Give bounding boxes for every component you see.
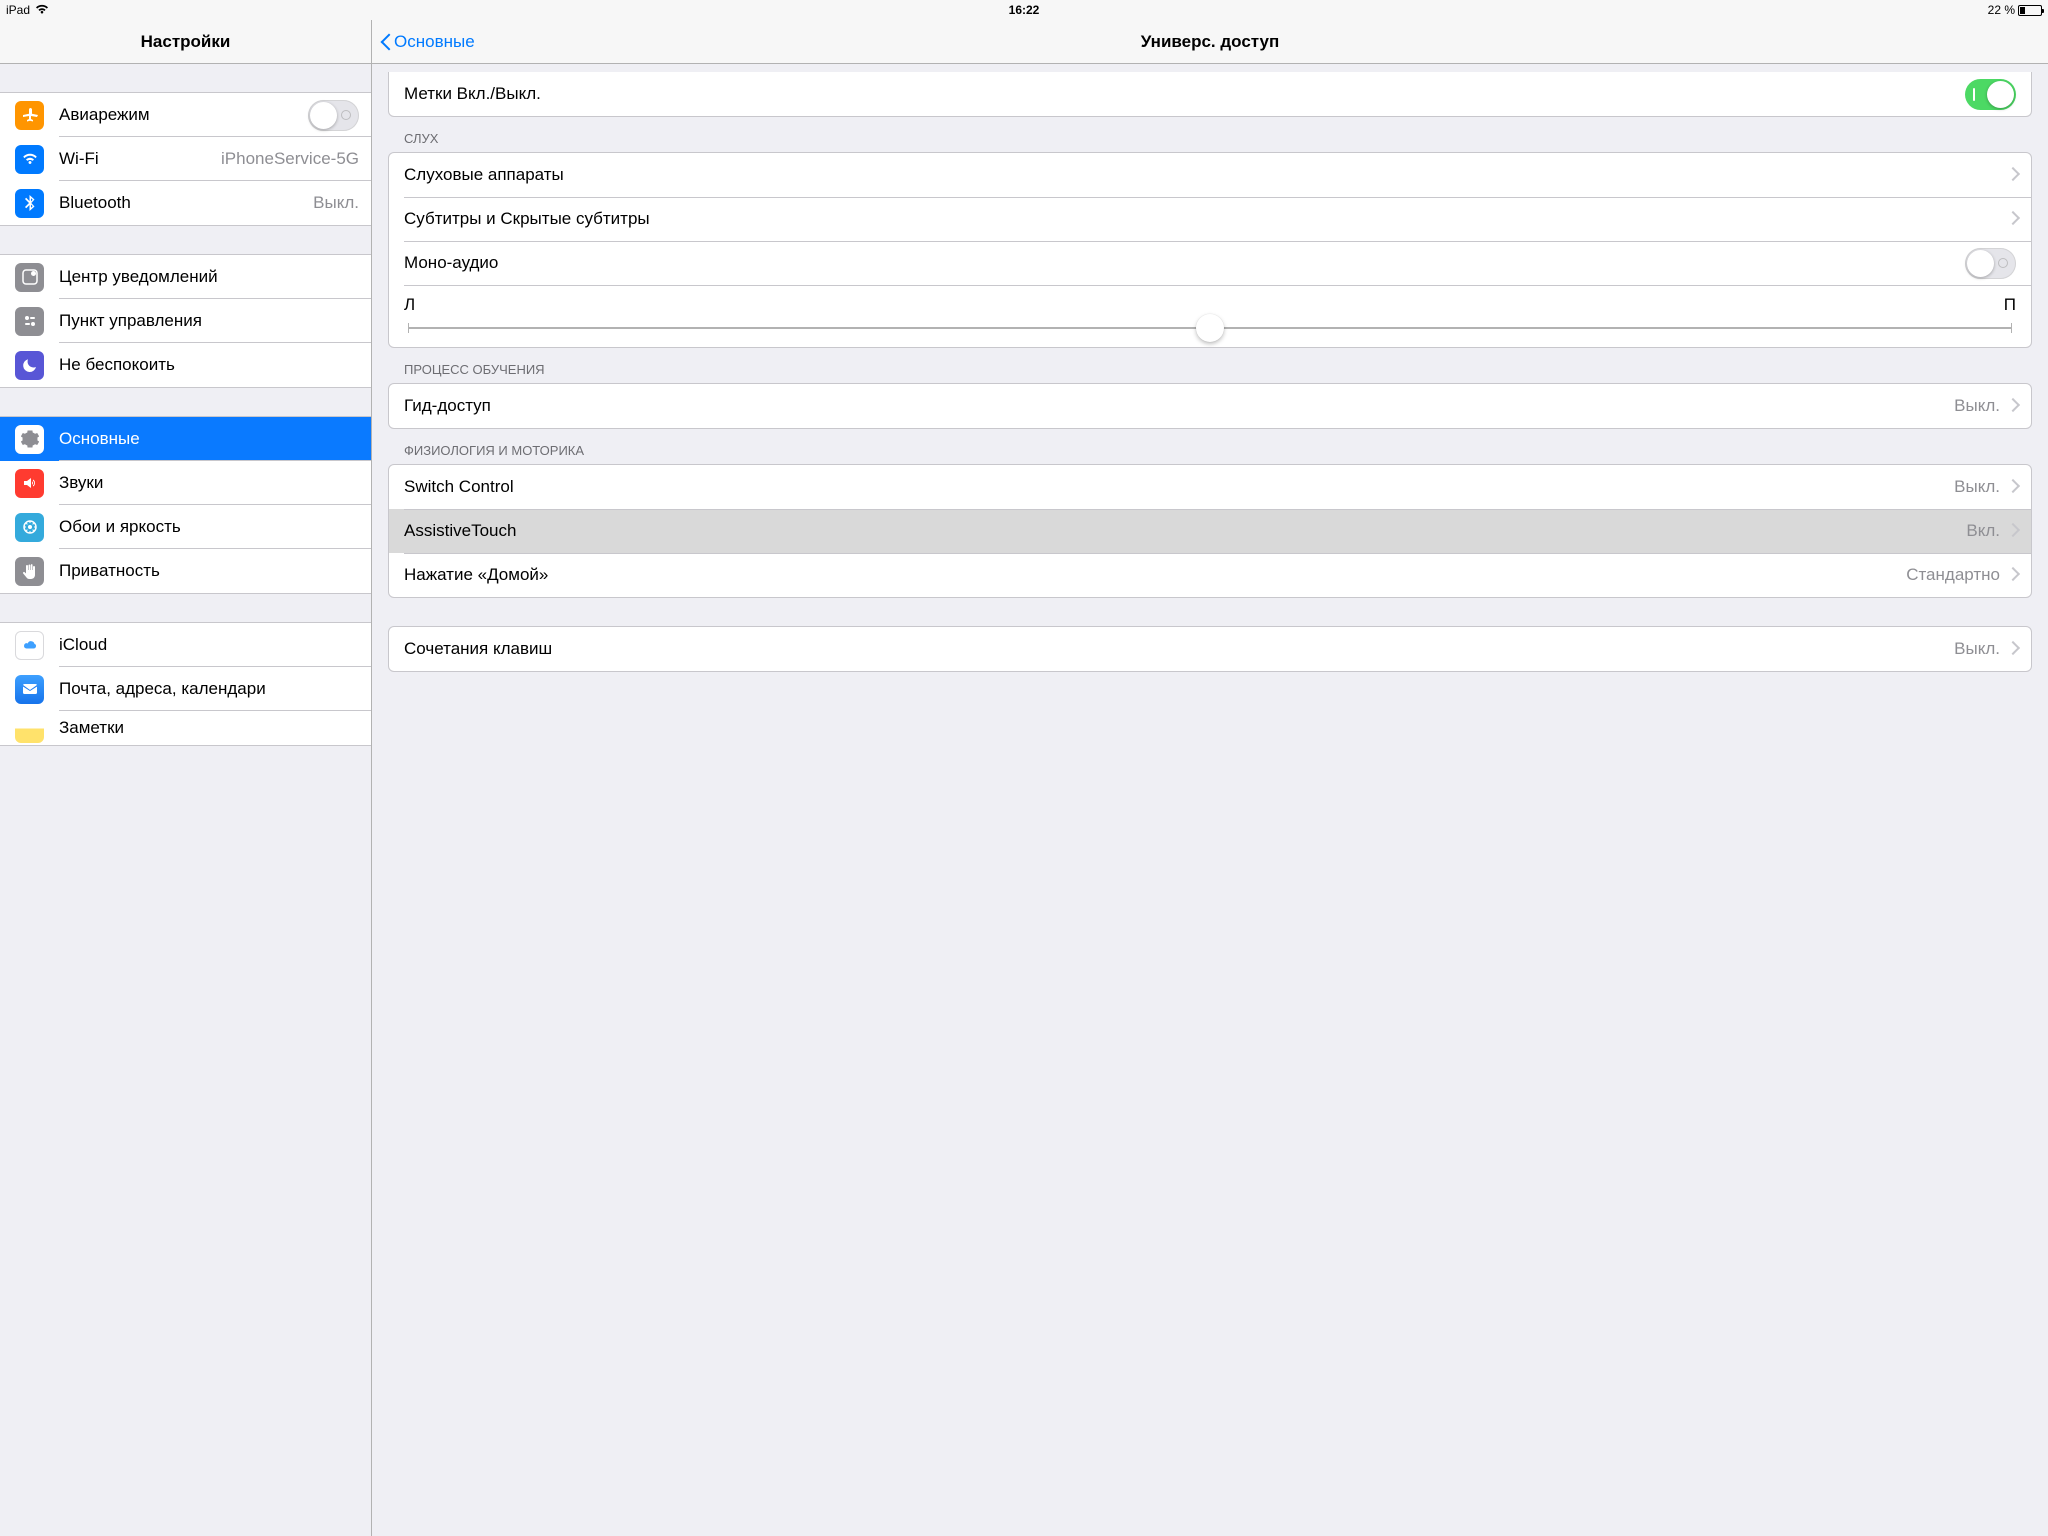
- row-value: Выкл.: [1954, 639, 2000, 659]
- sidebar-item-dnd[interactable]: Не беспокоить: [0, 343, 371, 387]
- chevron-right-icon: [2008, 400, 2016, 413]
- sidebar-label: Пункт управления: [59, 311, 359, 331]
- clock: 16:22: [1009, 3, 1040, 17]
- wifi-icon: [15, 145, 44, 174]
- notification-center-icon: [15, 263, 44, 292]
- speaker-icon: [15, 469, 44, 498]
- sidebar-item-privacy[interactable]: Приватность: [0, 549, 371, 593]
- row-subtitles[interactable]: Субтитры и Скрытые субтитры: [389, 197, 2031, 241]
- balance-slider[interactable]: [408, 327, 2012, 329]
- row-assistive-touch[interactable]: AssistiveTouch Вкл.: [389, 509, 2031, 553]
- mono-audio-switch[interactable]: [1965, 248, 2016, 279]
- sidebar-label: Почта, адреса, календари: [59, 679, 359, 699]
- labels-switch[interactable]: [1965, 79, 2016, 110]
- detail-pane: Метки Вкл./Выкл. СЛУХ Слуховые аппараты …: [372, 64, 2048, 1536]
- chevron-right-icon: [2008, 213, 2016, 226]
- sidebar-item-notifications[interactable]: Центр уведомлений: [0, 255, 371, 299]
- hand-icon: [15, 557, 44, 586]
- mail-icon: [15, 675, 44, 704]
- row-label: Слуховые аппараты: [404, 165, 2008, 185]
- sidebar-item-sounds[interactable]: Звуки: [0, 461, 371, 505]
- sidebar-label: iCloud: [59, 635, 359, 655]
- row-value: Выкл.: [1954, 396, 2000, 416]
- sidebar-label: Заметки: [59, 718, 359, 738]
- sidebar-item-airplane[interactable]: Авиарежим: [0, 93, 371, 137]
- row-label: Моно-аудио: [404, 253, 1965, 273]
- airplane-switch[interactable]: [308, 100, 359, 131]
- moon-icon: [15, 351, 44, 380]
- chevron-right-icon: [2008, 643, 2016, 656]
- sidebar-label: Обои и яркость: [59, 517, 359, 537]
- control-center-icon: [15, 307, 44, 336]
- sidebar-item-general[interactable]: Основные: [0, 417, 371, 461]
- sidebar-label: Не беспокоить: [59, 355, 359, 375]
- row-accessibility-shortcut[interactable]: Сочетания клавиш Выкл.: [389, 627, 2031, 671]
- row-labels-toggle[interactable]: Метки Вкл./Выкл.: [389, 72, 2031, 116]
- chevron-right-icon: [2008, 169, 2016, 182]
- sidebar-label: Центр уведомлений: [59, 267, 359, 287]
- section-learning: ПРОЦЕСС ОБУЧЕНИЯ: [372, 348, 2048, 383]
- row-label: Метки Вкл./Выкл.: [404, 84, 1965, 104]
- chevron-right-icon: [2008, 481, 2016, 494]
- sidebar-label: Wi-Fi: [59, 149, 215, 169]
- bluetooth-icon: [15, 189, 44, 218]
- chevron-right-icon: [2008, 525, 2016, 538]
- sidebar-label: Основные: [59, 429, 359, 449]
- row-audio-balance[interactable]: Л П: [389, 285, 2031, 347]
- sidebar-label: Приватность: [59, 561, 359, 581]
- sidebar-value: Выкл.: [313, 193, 359, 213]
- row-label: AssistiveTouch: [404, 521, 1966, 541]
- notes-icon: [15, 714, 44, 743]
- section-physical: ФИЗИОЛОГИЯ И МОТОРИКА: [372, 429, 2048, 464]
- balance-left-label: Л: [404, 295, 415, 315]
- chevron-left-icon: [380, 32, 392, 52]
- sidebar-item-icloud[interactable]: iCloud: [0, 623, 371, 667]
- sidebar-title: Настройки: [0, 20, 372, 63]
- slider-knob[interactable]: [1196, 314, 1224, 342]
- status-bar: iPad 16:22 22 %: [0, 0, 2048, 20]
- row-label: Нажатие «Домой»: [404, 565, 1906, 585]
- back-label: Основные: [394, 32, 475, 52]
- row-label: Субтитры и Скрытые субтитры: [404, 209, 2008, 229]
- chevron-right-icon: [2008, 569, 2016, 582]
- row-value: Стандартно: [1906, 565, 2000, 585]
- sidebar-item-wifi[interactable]: Wi-Fi iPhoneService-5G: [0, 137, 371, 181]
- sidebar: Авиарежим Wi-Fi iPhoneService-5G Bluetoo…: [0, 64, 372, 1536]
- battery-icon: [2018, 5, 2042, 16]
- sidebar-item-mail[interactable]: Почта, адреса, календари: [0, 667, 371, 711]
- gear-icon: [15, 425, 44, 454]
- sidebar-item-bluetooth[interactable]: Bluetooth Выкл.: [0, 181, 371, 225]
- airplane-icon: [15, 101, 44, 130]
- cloud-icon: [15, 631, 44, 660]
- row-label: Switch Control: [404, 477, 1954, 497]
- row-mono-audio[interactable]: Моно-аудио: [389, 241, 2031, 285]
- wallpaper-icon: [15, 513, 44, 542]
- sidebar-label: Звуки: [59, 473, 359, 493]
- row-label: Гид-доступ: [404, 396, 1954, 416]
- row-home-click[interactable]: Нажатие «Домой» Стандартно: [389, 553, 2031, 597]
- back-button[interactable]: Основные: [380, 32, 475, 52]
- page-title: Универс. доступ: [1141, 32, 1280, 52]
- sidebar-item-wallpaper[interactable]: Обои и яркость: [0, 505, 371, 549]
- row-guided-access[interactable]: Гид-доступ Выкл.: [389, 384, 2031, 428]
- row-value: Выкл.: [1954, 477, 2000, 497]
- row-switch-control[interactable]: Switch Control Выкл.: [389, 465, 2031, 509]
- device-label: iPad: [6, 3, 30, 17]
- row-hearing-aids[interactable]: Слуховые аппараты: [389, 153, 2031, 197]
- wifi-icon: [35, 3, 49, 17]
- sidebar-item-control-center[interactable]: Пункт управления: [0, 299, 371, 343]
- row-label: Сочетания клавиш: [404, 639, 1954, 659]
- battery-text: 22 %: [1988, 3, 2015, 17]
- sidebar-value: iPhoneService-5G: [221, 149, 359, 169]
- navbar: Настройки Основные Универс. доступ: [0, 20, 2048, 64]
- balance-right-label: П: [2004, 295, 2016, 315]
- sidebar-label: Авиарежим: [59, 105, 308, 125]
- sidebar-item-notes[interactable]: Заметки: [0, 711, 371, 745]
- section-hearing: СЛУХ: [372, 117, 2048, 152]
- row-value: Вкл.: [1966, 521, 2000, 541]
- sidebar-label: Bluetooth: [59, 193, 307, 213]
